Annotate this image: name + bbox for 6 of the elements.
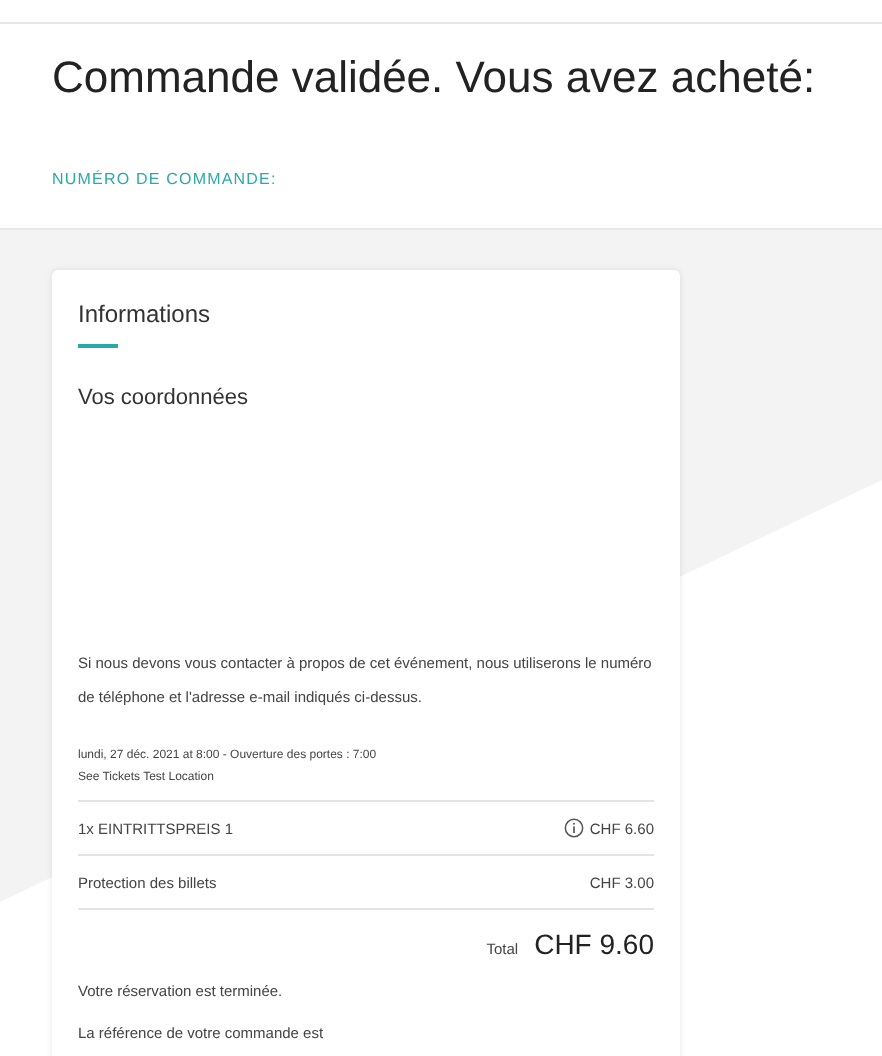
- card-title: Informations: [78, 300, 213, 328]
- info-icon[interactable]: [563, 818, 584, 838]
- section-title: Vos coordonnées: [78, 386, 251, 410]
- total-value: CHF 9.60: [534, 928, 654, 960]
- order-number-label: NUMÉRO DE COMMANDE:: [52, 170, 279, 188]
- page-heading: Commande validée. Vous avez acheté:: [52, 50, 818, 104]
